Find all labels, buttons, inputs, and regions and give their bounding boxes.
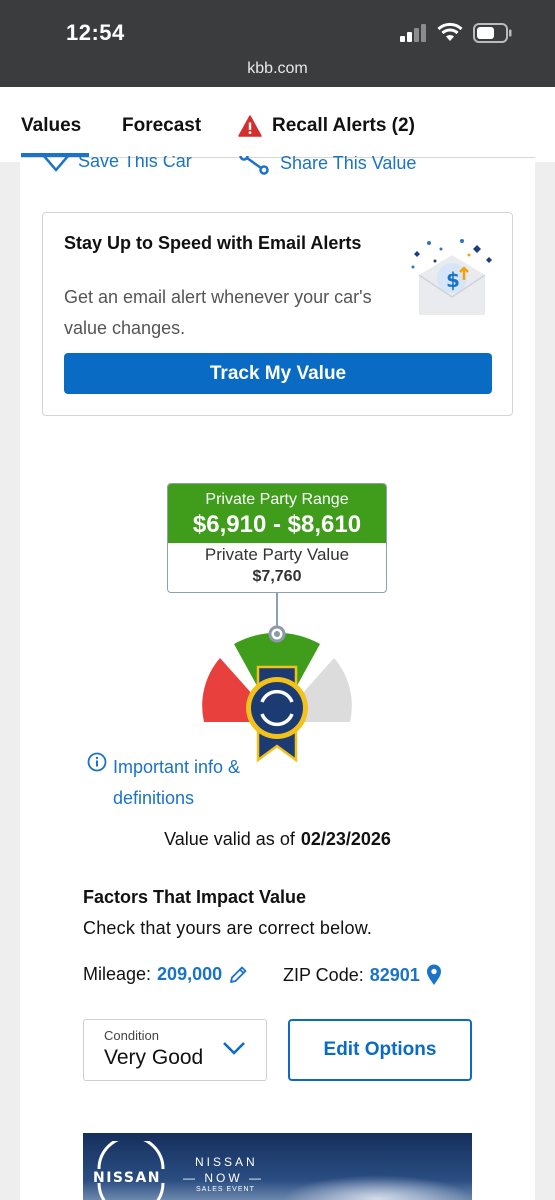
- battery-icon: [473, 23, 512, 43]
- car-actions: Save This Car Share This Value: [42, 156, 462, 186]
- ad-line-3: SALES EVENT: [196, 1186, 255, 1193]
- location-pin-icon: [426, 964, 441, 985]
- tab-recall-label: Recall Alerts (2): [272, 115, 415, 136]
- email-alert-title: Stay Up to Speed with Email Alerts: [64, 233, 362, 253]
- svg-text:$: $: [446, 268, 460, 292]
- factors-title: Factors That Impact Value: [83, 887, 307, 907]
- range-label: Private Party Range: [205, 491, 349, 508]
- private-party-range-banner: Private Party Range $6,910 - $8,610: [168, 484, 386, 543]
- status-bar: 12:54 kbb.com: [0, 0, 555, 87]
- range-value: $6,910 - $8,610: [192, 511, 362, 538]
- zip-label: ZIP Code:: [283, 964, 364, 985]
- private-party-value: $7,760: [252, 568, 302, 585]
- value-gauge: [202, 625, 352, 763]
- share-value-link[interactable]: Share This Value: [238, 156, 416, 176]
- valid-label: Value valid as of: [164, 829, 295, 849]
- valid-date: 02/23/2026: [300, 829, 391, 849]
- pencil-icon: [230, 966, 247, 983]
- value-valid-date: Value valid as of 02/23/2026: [0, 829, 555, 850]
- tab-bar: Values Forecast Recall Alerts (2): [0, 87, 555, 162]
- chevron-down-icon: [223, 1042, 245, 1055]
- zip-value: 82901: [369, 964, 420, 985]
- email-envelope-icon: $: [411, 239, 492, 315]
- cellular-signal-icon: [400, 24, 426, 42]
- url-bar[interactable]: kbb.com: [0, 60, 555, 78]
- tab-values[interactable]: Values: [21, 115, 81, 137]
- mileage-field[interactable]: Mileage: 209,000: [83, 964, 248, 985]
- condition-label: Condition: [104, 1028, 159, 1043]
- info-icon: [87, 752, 107, 772]
- nissan-logo-text: NISSAN: [93, 1170, 161, 1186]
- ad-clouds: [283, 1175, 472, 1200]
- mileage-label: Mileage:: [83, 964, 152, 984]
- condition-select[interactable]: Condition Very Good: [83, 1019, 267, 1081]
- zip-code-field[interactable]: ZIP Code: 82901: [283, 964, 442, 986]
- ad-line-1: NISSAN: [195, 1155, 258, 1169]
- track-my-value-button[interactable]: Track My Value: [64, 353, 492, 394]
- mileage-value: 209,000: [157, 964, 223, 984]
- condition-value: Very Good: [104, 1046, 204, 1069]
- ad-line-2: — NOW —: [183, 1171, 265, 1185]
- email-alert-body: Get an email alert whenever your car's v…: [64, 287, 372, 338]
- nissan-ad-banner[interactable]: NISSAN NISSAN — NOW — SALES EVENT: [83, 1133, 472, 1200]
- warning-icon: [238, 115, 262, 137]
- important-info-link[interactable]: Important info & definitions: [87, 752, 253, 814]
- kbb-seal-icon: [246, 677, 308, 739]
- tab-forecast[interactable]: Forecast: [122, 115, 201, 137]
- important-info-label: Important info & definitions: [113, 757, 241, 808]
- private-party-value-label: Private Party Value: [204, 545, 350, 564]
- tab-recall-alerts[interactable]: Recall Alerts (2): [238, 115, 415, 137]
- save-car-link[interactable]: Save This Car: [42, 156, 192, 172]
- share-icon: [239, 156, 269, 175]
- wifi-icon: [437, 22, 463, 41]
- edit-options-button[interactable]: Edit Options: [288, 1019, 472, 1081]
- email-alert-card: Stay Up to Speed with Email Alerts Get a…: [42, 212, 513, 416]
- factors-subtitle: Check that yours are correct below.: [83, 918, 373, 938]
- status-time: 12:54: [66, 20, 125, 45]
- nissan-logo: NISSAN: [93, 1141, 165, 1200]
- price-summary: Private Party Range $6,910 - $8,610 Priv…: [167, 483, 387, 593]
- heart-icon: [43, 156, 69, 172]
